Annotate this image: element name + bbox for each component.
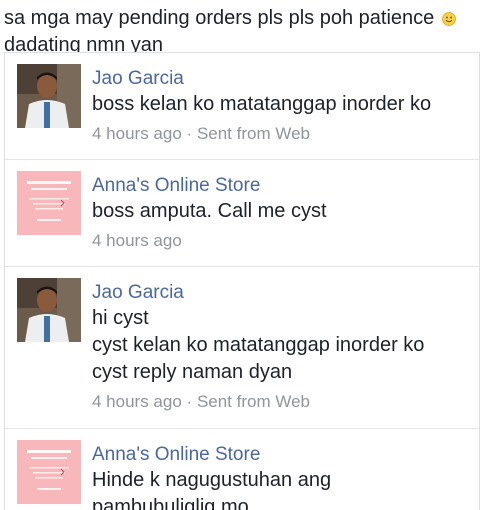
sender-name[interactable]: Jao Garcia [92, 67, 471, 91]
sender-avatar[interactable] [17, 64, 81, 128]
smiley-emoji-icon [441, 12, 456, 26]
message-item: Jao Garcia boss kelan ko matatanggap ino… [5, 53, 479, 160]
message-body: Anna's Online Store Hinde k nagugustuhan… [92, 443, 471, 510]
sender-name[interactable]: Jao Garcia [92, 281, 471, 305]
message-item: Anna's Online Store boss amputa. Call me… [5, 160, 479, 267]
message-time[interactable]: 4 hours ago [92, 124, 182, 143]
store-logo-avatar [17, 171, 81, 235]
message-body: Jao Garcia boss kelan ko matatanggap ino… [92, 67, 471, 147]
post-caption: sa mga may pending orders pls pls poh pa… [4, 5, 480, 59]
store-logo-avatar [17, 440, 81, 504]
message-source: Sent from Web [196, 124, 311, 143]
message-text: cyst kelan ko matatanggap inorder ko [92, 334, 425, 356]
message-meta: 4 hours ago · Sent from Web [92, 124, 311, 143]
message-text: Hinde k nagugustuhan ang [92, 469, 332, 491]
sender-name[interactable]: Anna's Online Store [92, 443, 471, 467]
message-time[interactable]: 4 hours ago [92, 228, 471, 254]
person-photo-avatar [17, 64, 81, 128]
message-time[interactable]: 4 hours ago [92, 392, 182, 411]
sender-name[interactable]: Anna's Online Store [92, 174, 471, 198]
message-body: Jao Garcia hi cyst cyst kelan ko matatan… [92, 281, 471, 415]
sender-avatar[interactable] [17, 171, 81, 235]
message-text: boss kelan ko matatanggap inorder ko [92, 93, 432, 115]
message-item: Jao Garcia hi cyst cyst kelan ko matatan… [5, 267, 479, 429]
message-body: Anna's Online Store boss amputa. Call me… [92, 174, 471, 254]
person-photo-avatar [17, 278, 81, 342]
sender-avatar[interactable] [17, 440, 81, 504]
message-source: Sent from Web [196, 392, 311, 411]
message-meta: 4 hours ago · Sent from Web [92, 392, 311, 411]
message-text: pambubuliglig mo [92, 496, 249, 510]
message-item: Anna's Online Store Hinde k nagugustuhan… [5, 429, 479, 510]
message-thread: Jao Garcia boss kelan ko matatanggap ino… [4, 52, 480, 510]
message-text: cyst reply naman dyan [92, 361, 293, 383]
message-text: boss amputa. Call me cyst [92, 200, 327, 222]
message-text: hi cyst [92, 307, 149, 329]
sender-avatar[interactable] [17, 278, 81, 342]
caption-line-1: sa mga may pending orders pls pls poh pa… [4, 5, 480, 32]
